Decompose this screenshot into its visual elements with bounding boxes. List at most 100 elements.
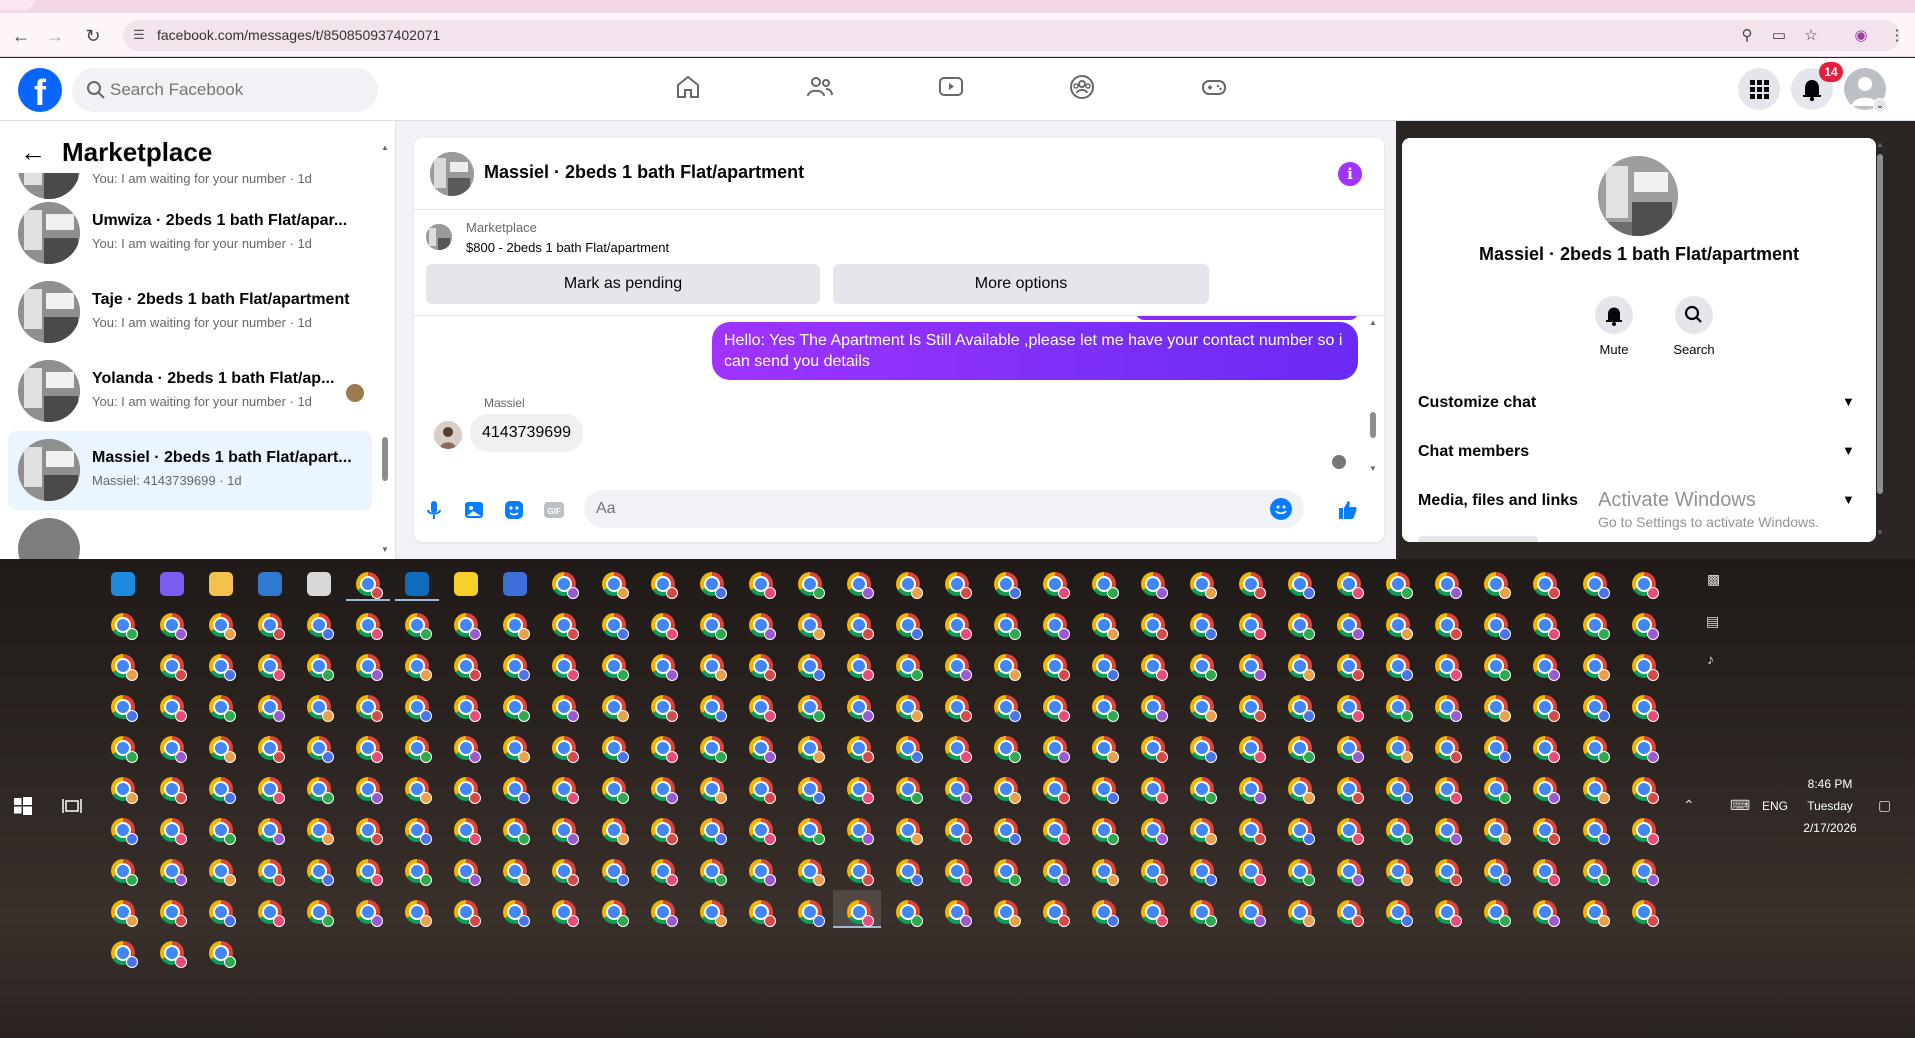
chrome-icon[interactable] (1141, 777, 1169, 804)
chrome-icon[interactable] (258, 613, 286, 640)
chrome-icon[interactable] (1533, 859, 1561, 886)
chrome-icon[interactable] (356, 859, 384, 886)
chrome-icon[interactable] (1337, 572, 1365, 599)
friends-icon[interactable] (805, 72, 839, 106)
chrome-icon[interactable] (1386, 777, 1414, 804)
chrome-icon[interactable] (895, 613, 923, 640)
chrome-icon[interactable] (1288, 695, 1316, 722)
chrome-icon[interactable] (160, 654, 188, 681)
chrome-icon[interactable] (1092, 859, 1119, 886)
chrome-icon[interactable] (405, 859, 433, 886)
chrome-icon[interactable] (650, 695, 678, 722)
chrome-icon[interactable] (160, 818, 188, 845)
chrome-icon[interactable] (650, 777, 678, 804)
chrome-icon[interactable] (1141, 572, 1169, 599)
watch-icon[interactable] (936, 72, 970, 106)
chrome-icon[interactable] (1484, 736, 1512, 763)
chrome-icon[interactable] (846, 818, 874, 845)
chrome-icon[interactable] (1386, 613, 1414, 640)
chrome-icon[interactable] (1092, 818, 1119, 845)
back-arrow-icon[interactable]: ← (20, 137, 46, 168)
chrome-icon[interactable] (797, 572, 825, 599)
chrome-icon[interactable] (650, 654, 678, 681)
sidebar-scrollbar[interactable]: ▲ ▼ (380, 143, 390, 555)
chrome-icon[interactable] (1141, 859, 1169, 886)
scroll-down-icon[interactable]: ▼ (1876, 528, 1884, 537)
chrome-icon[interactable] (1435, 654, 1463, 681)
chrome-icon[interactable] (1435, 859, 1463, 886)
chrome-icon[interactable] (1386, 900, 1414, 927)
chrome-icon[interactable] (1092, 736, 1119, 763)
incoming-message[interactable]: 4143739699 (470, 414, 583, 452)
clock-time[interactable]: 8:46 PM (1796, 777, 1864, 791)
chrome-icon[interactable] (1288, 572, 1316, 599)
message-input-box[interactable] (584, 490, 1304, 528)
chrome-icon[interactable] (797, 818, 825, 845)
chrome-icon[interactable] (111, 900, 138, 927)
chrome-icon[interactable] (1582, 818, 1610, 845)
chrome-icon[interactable] (1042, 572, 1070, 599)
chrome-icon[interactable] (160, 695, 188, 722)
chrome-icon[interactable] (258, 777, 286, 804)
chrome-icon[interactable] (1092, 900, 1119, 927)
chrome-icon[interactable] (160, 859, 188, 886)
chrome-icon[interactable] (1337, 777, 1365, 804)
chrome-icon[interactable] (405, 695, 433, 722)
copilot-icon[interactable] (160, 572, 185, 596)
chrome-icon[interactable] (699, 613, 727, 640)
chrome-icon[interactable] (454, 859, 482, 886)
chrome-icon[interactable] (1631, 736, 1659, 763)
chrome-icon[interactable] (601, 859, 629, 886)
store-icon[interactable] (258, 572, 283, 596)
thread-scrollbar[interactable]: ▲ ▼ (1366, 316, 1380, 476)
chrome-icon[interactable] (503, 695, 531, 722)
chrome-icon[interactable] (1190, 900, 1218, 927)
language-indicator[interactable]: ENG (1762, 799, 1788, 813)
chrome-icon[interactable] (1435, 777, 1463, 804)
chrome-icon[interactable] (797, 613, 825, 640)
bookmark-star-icon[interactable]: ☆ (1801, 27, 1821, 45)
details-scrollbar[interactable]: ▲ ▼ (1874, 138, 1886, 542)
chrome-icon[interactable] (1190, 654, 1218, 681)
chrome-icon[interactable] (307, 777, 335, 804)
chrome-icon[interactable] (1533, 654, 1561, 681)
chrome-icon[interactable] (993, 777, 1021, 804)
chrome-icon[interactable] (307, 736, 335, 763)
chrome-icon[interactable] (748, 572, 776, 599)
chrome-icon[interactable] (1582, 572, 1610, 599)
chrome-icon[interactable] (552, 777, 580, 804)
chrome-icon[interactable] (454, 900, 482, 927)
chrome-icon[interactable] (111, 941, 138, 968)
chrome-icon[interactable] (503, 777, 531, 804)
chrome-icon[interactable] (895, 654, 923, 681)
chrome-icon[interactable] (356, 736, 384, 763)
chrome-icon[interactable] (1337, 736, 1365, 763)
chrome-icon[interactable] (944, 736, 972, 763)
chrome-icon[interactable] (356, 613, 384, 640)
chrome-icon[interactable] (1239, 777, 1267, 804)
chrome-icon[interactable] (944, 900, 972, 927)
home-icon[interactable] (673, 72, 707, 106)
more-options-button[interactable]: More options (833, 264, 1209, 304)
scroll-up-icon[interactable]: ▲ (381, 143, 389, 152)
chrome-icon[interactable] (601, 572, 629, 599)
chrome-icon[interactable] (895, 777, 923, 804)
zoom-icon[interactable]: ⚲ (1737, 27, 1757, 45)
chrome-icon[interactable] (699, 572, 727, 599)
mute-icon[interactable] (1595, 296, 1633, 334)
scroll-thumb[interactable] (1877, 154, 1883, 494)
forward-icon[interactable]: → (42, 23, 68, 49)
account-chevron-icon[interactable]: ⌄ (1873, 98, 1887, 112)
chrome-icon[interactable] (601, 777, 629, 804)
chrome-icon[interactable] (895, 818, 923, 845)
chrome-icon[interactable] (748, 900, 776, 927)
chrome-icon[interactable] (1042, 900, 1070, 927)
details-thumbnail[interactable] (1598, 156, 1678, 236)
chrome-icon[interactable] (209, 654, 237, 681)
mute-button[interactable]: Mute (1579, 296, 1649, 357)
chrome-icon[interactable] (160, 941, 188, 968)
chrome-icon[interactable] (993, 572, 1021, 599)
conversation-item[interactable]: Massiel · 2beds 1 bath Flat/apart... Mass… (8, 431, 372, 510)
chrome-icon[interactable] (748, 777, 776, 804)
chrome-icon[interactable] (1533, 900, 1561, 927)
